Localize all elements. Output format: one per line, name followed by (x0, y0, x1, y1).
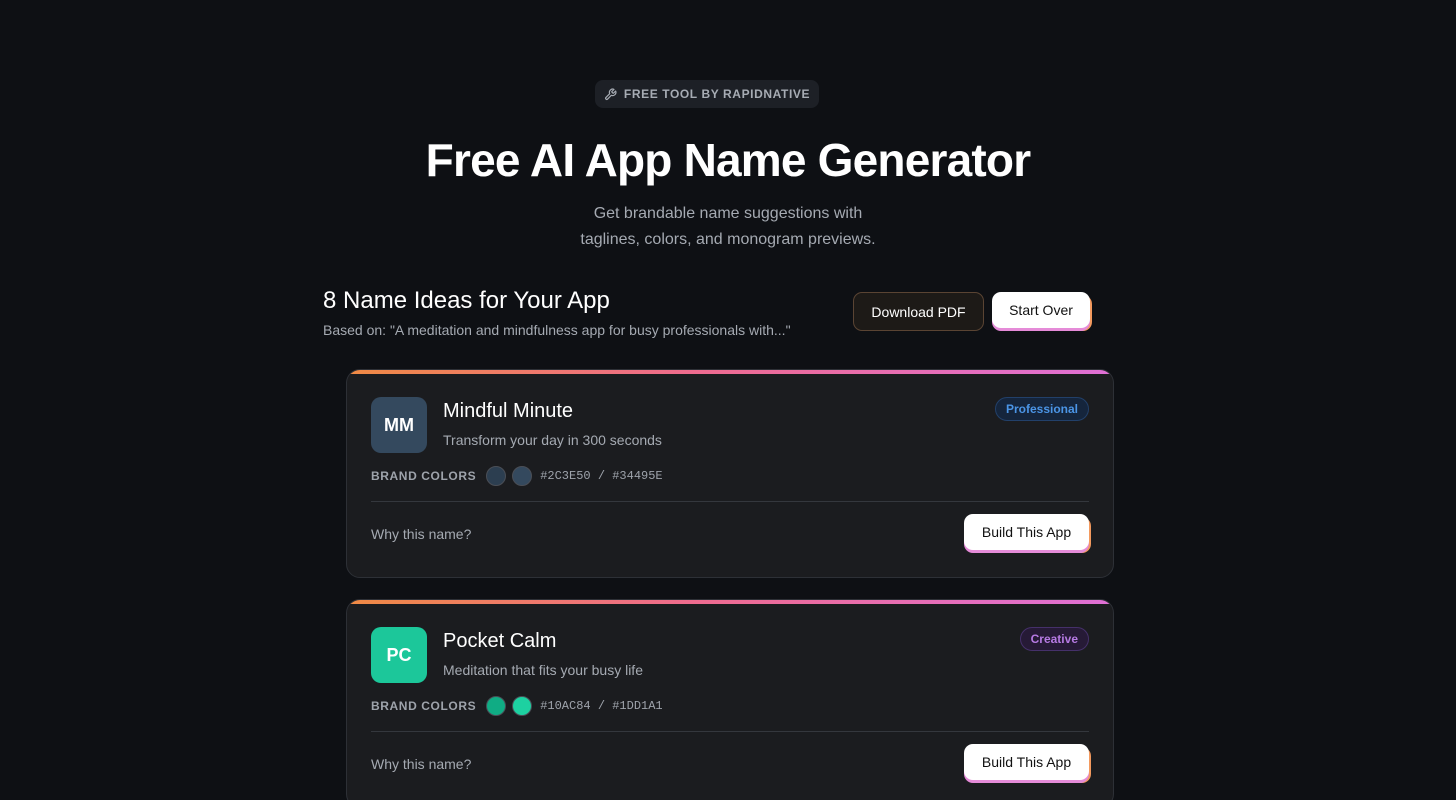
wrench-icon (604, 87, 617, 100)
brand-colors-label: BRAND COLORS (371, 699, 477, 713)
download-pdf-button[interactable]: Download PDF (853, 292, 984, 331)
why-this-name-toggle[interactable]: Why this name? (371, 755, 471, 773)
card-divider (371, 731, 1089, 732)
tool-badge-label: FREE TOOL BY RAPIDNATIVE (623, 87, 811, 101)
page: FREE TOOL BY RAPIDNATIVE Free AI App Nam… (0, 0, 1456, 800)
page-subtitle-line-2: taglines, colors, and monogram previews. (580, 231, 876, 248)
results-title: 8 Name Ideas for Your App (323, 287, 610, 314)
brand-colors-row: BRAND COLORS #10AC84 / #1DD1A1 (371, 695, 663, 717)
app-tagline: Meditation that fits your busy life (443, 662, 643, 678)
tool-badge: FREE TOOL BY RAPIDNATIVE (595, 80, 819, 108)
monogram-preview: MM (371, 397, 427, 453)
name-card-mindful-minute: MM Mindful Minute Transform your day in … (346, 369, 1114, 578)
secondary-color-swatch (512, 466, 533, 486)
app-tagline: Transform your day in 300 seconds (443, 432, 662, 448)
primary-color-swatch (486, 466, 507, 486)
category-badge: Creative (1019, 627, 1089, 651)
card-accent-bar (347, 370, 1113, 374)
build-this-app-button[interactable]: Build This App (964, 744, 1089, 780)
app-name: Mindful Minute (443, 400, 574, 422)
brand-colors-hex: #2C3E50 / #34495E (540, 469, 663, 483)
page-subtitle-line-1: Get brandable name suggestions with (593, 205, 863, 222)
why-this-name-toggle[interactable]: Why this name? (371, 525, 471, 543)
build-this-app-button[interactable]: Build This App (964, 514, 1089, 550)
app-name: Pocket Calm (443, 630, 557, 652)
brand-colors-label: BRAND COLORS (371, 469, 477, 483)
card-accent-bar (347, 600, 1113, 604)
secondary-color-swatch (512, 696, 533, 716)
card-divider (371, 501, 1089, 502)
category-badge: Professional (994, 397, 1089, 421)
results-based-on: Based on: "A meditation and mindfulness … (323, 322, 791, 338)
monogram-preview: PC (371, 627, 427, 683)
start-over-button[interactable]: Start Over (992, 292, 1090, 328)
brand-colors-hex: #10AC84 / #1DD1A1 (540, 699, 663, 713)
primary-color-swatch (486, 696, 507, 716)
page-title: Free AI App Name Generator (425, 134, 1031, 186)
name-card-pocket-calm: PC Pocket Calm Meditation that fits your… (346, 599, 1114, 800)
page-subtitle: Get brandable name suggestions with tagl… (528, 201, 928, 253)
brand-colors-row: BRAND COLORS #2C3E50 / #34495E (371, 465, 663, 487)
